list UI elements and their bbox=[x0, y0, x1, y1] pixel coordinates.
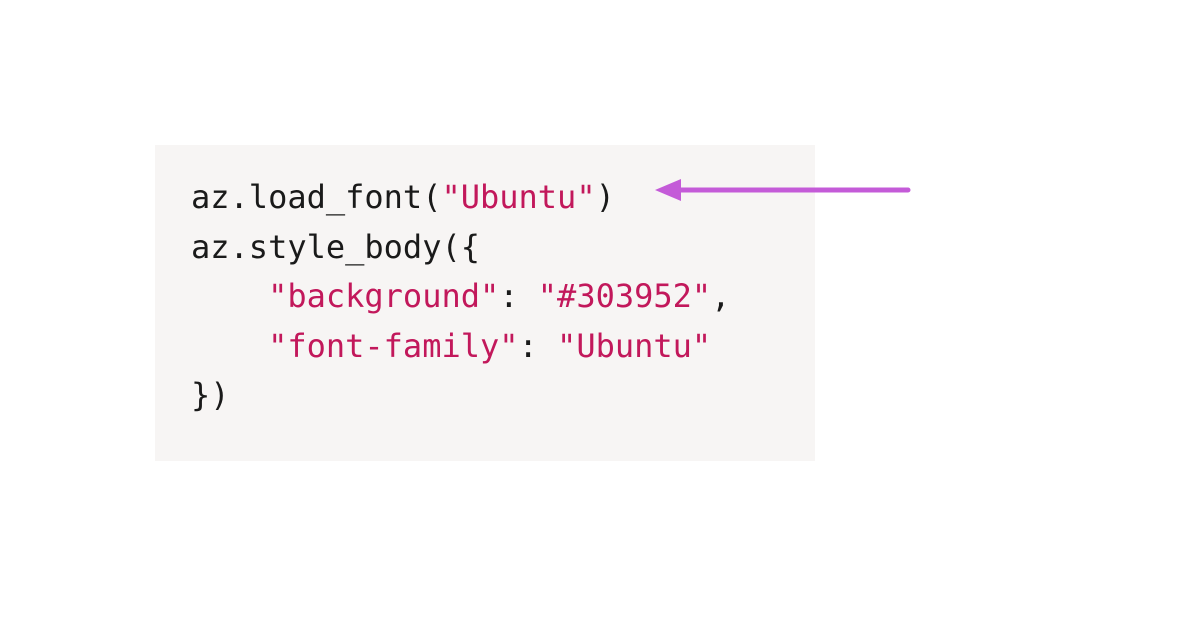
code-string: "#303952" bbox=[538, 277, 711, 315]
arrow-annotation bbox=[653, 175, 913, 205]
code-indent bbox=[191, 277, 268, 315]
code-token: az.style_body({ bbox=[191, 228, 480, 266]
code-token: : bbox=[519, 327, 558, 365]
code-token: , bbox=[711, 277, 730, 315]
code-string: "font-family" bbox=[268, 327, 518, 365]
code-line-5: "font-family": "Ubuntu" bbox=[191, 322, 779, 372]
code-token: ) bbox=[596, 178, 615, 216]
code-indent bbox=[191, 327, 268, 365]
code-line-4: "background": "#303952", bbox=[191, 272, 779, 322]
code-line-3: az.style_body({ bbox=[191, 223, 779, 273]
code-token: az.load_font( bbox=[191, 178, 441, 216]
code-token: : bbox=[499, 277, 538, 315]
code-string: "Ubuntu" bbox=[441, 178, 595, 216]
code-string: "background" bbox=[268, 277, 499, 315]
arrow-icon bbox=[653, 175, 913, 205]
code-string: "Ubuntu" bbox=[557, 327, 711, 365]
code-token: }) bbox=[191, 376, 230, 414]
code-line-6: }) bbox=[191, 371, 779, 421]
